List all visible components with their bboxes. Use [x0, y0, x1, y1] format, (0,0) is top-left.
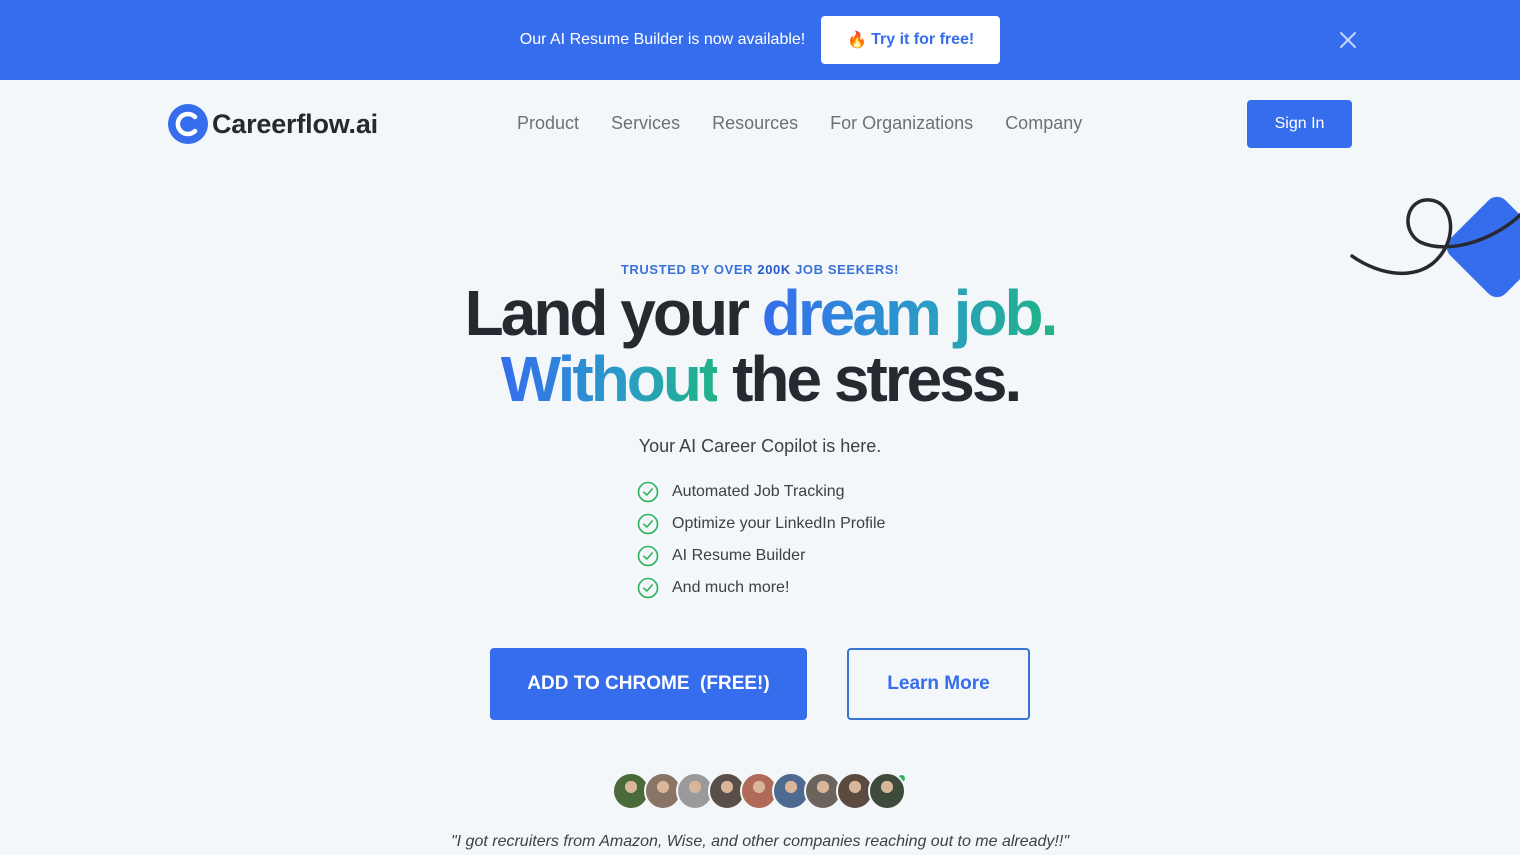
- nav-product[interactable]: Product: [517, 113, 579, 134]
- feature-label: And much more!: [672, 579, 790, 596]
- feature-item: And much more!: [637, 572, 885, 604]
- main-navbar: Careerflow.ai Product Services Resources…: [0, 80, 1520, 168]
- hero-headline: Land your dream job. Without the stress.: [0, 280, 1520, 412]
- try-free-button[interactable]: 🔥 Try it for free!: [821, 16, 1001, 64]
- feature-item: AI Resume Builder: [637, 540, 885, 572]
- headline-line-1: Land your dream job.: [0, 280, 1520, 346]
- trusted-by-tagline: TRUSTED BY OVER 200K JOB SEEKERS!: [0, 262, 1520, 277]
- headline-gradient-2: Without: [500, 343, 721, 415]
- feature-list: Automated Job Tracking Optimize your Lin…: [637, 476, 885, 604]
- nav-links: Product Services Resources For Organizat…: [517, 113, 1114, 134]
- add-to-chrome-button[interactable]: ADD TO CHROME (FREE!): [490, 648, 807, 720]
- feature-label: AI Resume Builder: [672, 547, 806, 564]
- headline-plain-1: Land your: [464, 277, 762, 349]
- hero-subheadline: Your AI Career Copilot is here.: [638, 436, 882, 456]
- logo[interactable]: Careerflow.ai: [168, 104, 378, 144]
- trusted-count: 200K: [757, 262, 791, 277]
- try-free-label: Try it for free!: [871, 31, 975, 48]
- check-circle-icon: [637, 545, 659, 567]
- nav-for-organizations[interactable]: For Organizations: [830, 113, 973, 134]
- avatar: [868, 772, 906, 810]
- feature-item: Automated Job Tracking: [637, 476, 885, 508]
- user-avatars: [612, 772, 912, 812]
- testimonial-quote: "I got recruiters from Amazon, Wise, and…: [450, 833, 1069, 850]
- check-circle-icon: [637, 577, 659, 599]
- feature-item: Optimize your LinkedIn Profile: [637, 508, 885, 540]
- check-circle-icon: [637, 481, 659, 503]
- announcement-text: Our AI Resume Builder is now available!: [519, 31, 806, 48]
- fire-icon: 🔥: [847, 32, 868, 49]
- close-icon[interactable]: [1336, 28, 1360, 52]
- check-circle-icon: [637, 513, 659, 535]
- nav-resources[interactable]: Resources: [712, 113, 798, 134]
- trusted-prefix: TRUSTED BY OVER: [620, 262, 758, 277]
- trusted-suffix: JOB SEEKERS!: [790, 262, 900, 277]
- headline-line-2: Without the stress.: [0, 346, 1520, 412]
- careerflow-logo-icon: [168, 104, 208, 144]
- nav-services[interactable]: Services: [611, 113, 680, 134]
- learn-more-button[interactable]: Learn More: [847, 648, 1030, 720]
- nav-company[interactable]: Company: [1005, 113, 1082, 134]
- logo-text: Careerflow.ai: [212, 108, 378, 139]
- headline-gradient-1: dream job.: [761, 277, 1059, 349]
- feature-label: Automated Job Tracking: [672, 483, 845, 500]
- sign-in-button[interactable]: Sign In: [1247, 100, 1352, 148]
- announcement-bar: Our AI Resume Builder is now available! …: [0, 0, 1520, 80]
- feature-label: Optimize your LinkedIn Profile: [672, 515, 886, 532]
- headline-plain-2: the stress.: [717, 343, 1022, 415]
